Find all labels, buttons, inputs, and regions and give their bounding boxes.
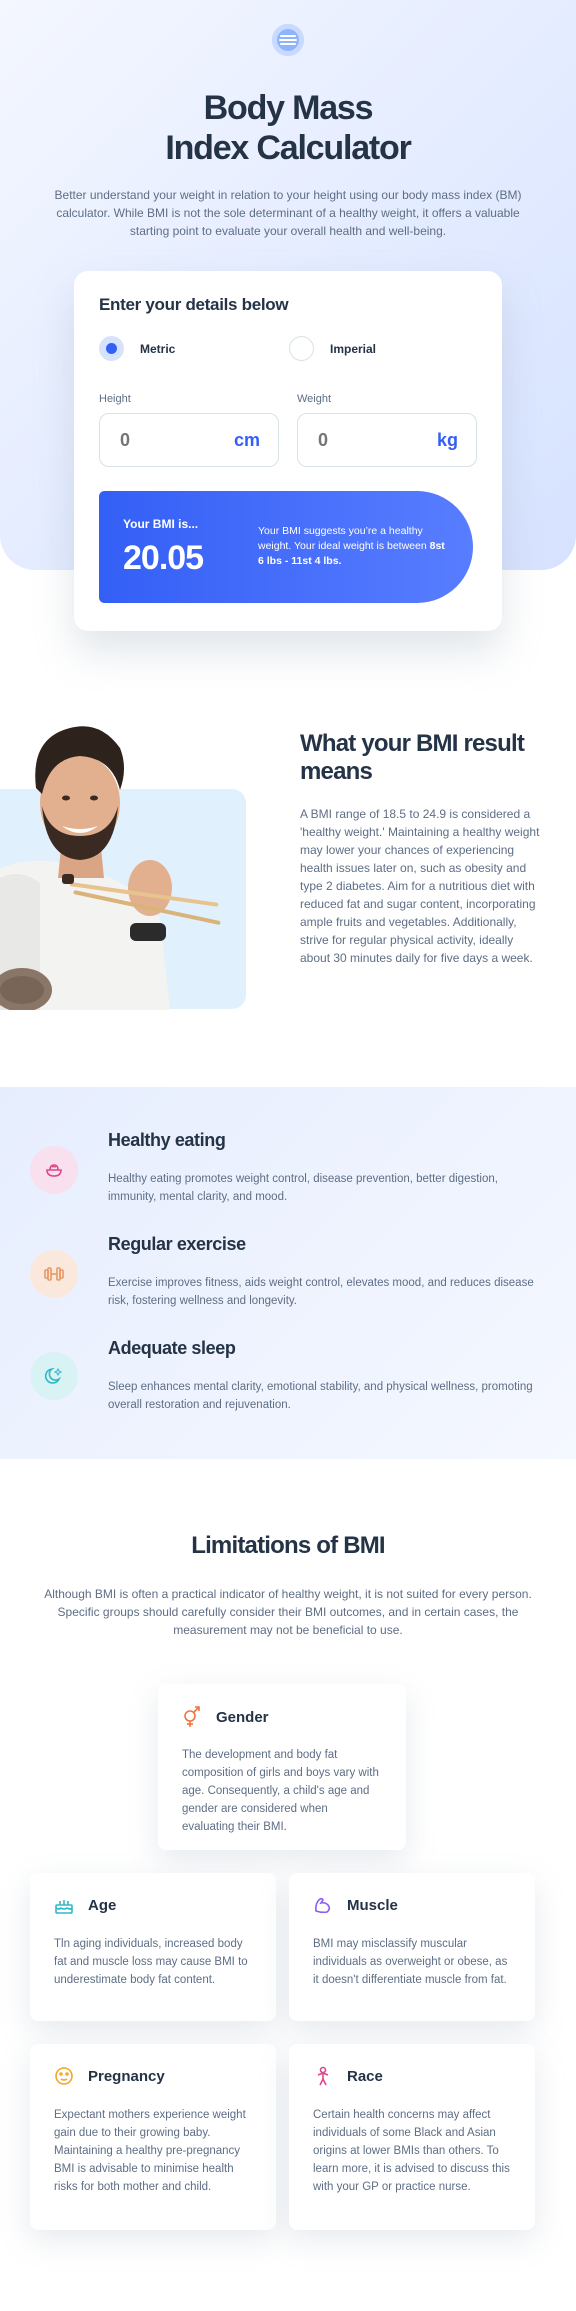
card-title: Gender — [216, 1708, 269, 1726]
card-text: The development and body fat composition… — [182, 1749, 379, 1833]
card-title: Race — [347, 2067, 383, 2085]
weight-label: Weight — [297, 393, 332, 405]
bmi-suggestion: Your BMI suggests you’re a healthy weigh… — [258, 525, 427, 552]
title-line-1: Body Mass — [203, 89, 374, 127]
card-header: Pregnancy — [54, 2066, 165, 2086]
metric-radio[interactable]: Metric — [99, 336, 175, 361]
tip-title: Adequate sleep — [108, 1338, 236, 1358]
tip-title: Healthy eating — [108, 1130, 226, 1150]
bowl-icon — [30, 1146, 78, 1194]
dumbbell-icon — [30, 1250, 78, 1298]
imperial-radio[interactable]: Imperial — [289, 336, 376, 361]
card-text: BMI may misclassify muscular individuals… — [313, 1938, 508, 1986]
limitation-card-race: Race Certain health concerns may affect … — [289, 2044, 535, 2230]
hero-description: Better understand your weight in relatio… — [54, 188, 522, 238]
tip-text: Healthy eating promotes weight control, … — [108, 1173, 498, 1203]
calculator-card: Enter your details below Metric Imperial… — [74, 271, 502, 631]
bmi-result-panel: Your BMI is... 20.05 Your BMI suggests y… — [99, 491, 473, 603]
tip-text: Sleep enhances mental clarity, emotional… — [108, 1381, 533, 1411]
card-text: Tln aging individuals, increased body fa… — [54, 1938, 248, 1986]
weight-input[interactable] — [318, 429, 398, 451]
race-icon — [317, 2066, 329, 2086]
tip-text: Exercise improves fitness, aids weight c… — [108, 1277, 534, 1307]
bmi-value: 20.05 — [123, 539, 204, 577]
limitations-title: Limitations of BMI — [191, 1532, 385, 1559]
limitation-card-gender: Gender The development and body fat comp… — [158, 1684, 406, 1850]
card-title: Muscle — [347, 1896, 398, 1914]
limitation-card-age: Age Tln aging individuals, increased bod… — [30, 1873, 276, 2021]
limitations-description: Although BMI is often a practical indica… — [44, 1587, 532, 1637]
tip-title: Regular exercise — [108, 1234, 246, 1254]
birthday-cake-icon — [55, 1900, 73, 1914]
bmi-result-text: Your BMI suggests you’re a healthy weigh… — [258, 524, 448, 569]
page: Body Mass Index Calculator Better unders… — [0, 0, 576, 2311]
pregnancy-icon — [55, 2067, 73, 2085]
meaning-title: What your BMI result means — [300, 730, 525, 785]
logo — [272, 24, 304, 56]
metric-label: Metric — [140, 341, 176, 356]
muscle-icon — [315, 1897, 331, 1914]
card-header: Age — [54, 1895, 116, 1915]
card-header: Race — [313, 2066, 383, 2086]
imperial-label: Imperial — [330, 341, 377, 356]
gender-icon — [184, 1706, 200, 1727]
card-text: Expectant mothers experience weight gain… — [54, 2109, 246, 2193]
radio-unselected-icon[interactable] — [289, 336, 314, 361]
limitation-card-pregnancy: Pregnancy Expectant mothers experience w… — [30, 2044, 276, 2230]
page-title: Body Mass Index Calculator — [0, 88, 576, 168]
calculator-heading: Enter your details below — [99, 295, 289, 314]
card-header: Muscle — [313, 1895, 398, 1915]
limitation-card-muscle: Muscle BMI may misclassify muscular indi… — [289, 1873, 535, 2021]
height-input[interactable] — [120, 429, 200, 451]
height-label: Height — [99, 393, 131, 405]
man-eating-image — [0, 718, 246, 1010]
card-title: Pregnancy — [88, 2067, 165, 2085]
title-line-2: Index Calculator — [165, 129, 412, 167]
meaning-text: A BMI range of 18.5 to 24.9 is considere… — [300, 807, 540, 965]
weight-field[interactable]: kg — [297, 413, 477, 467]
height-field[interactable]: cm — [99, 413, 279, 467]
card-title: Age — [88, 1896, 117, 1914]
height-unit: cm — [233, 429, 260, 450]
card-header: Gender — [182, 1706, 269, 1728]
card-text: Certain health concerns may affect indiv… — [313, 2109, 510, 2193]
bmi-result-label: Your BMI is... — [123, 517, 199, 531]
radio-selected-icon[interactable] — [99, 336, 124, 361]
moon-icon — [30, 1352, 78, 1400]
weight-unit: kg — [436, 429, 458, 450]
